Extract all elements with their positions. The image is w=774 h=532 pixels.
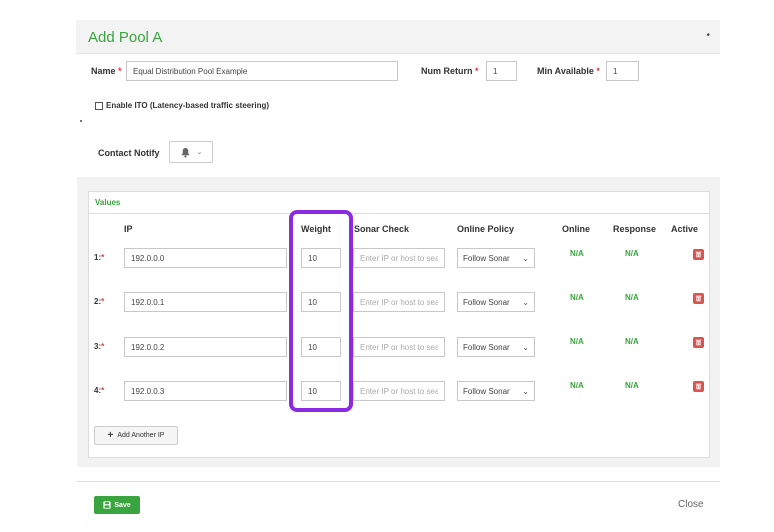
num-return-label: Num Return * xyxy=(421,66,479,76)
plus-icon: + xyxy=(107,430,114,441)
sonar-check-input[interactable] xyxy=(353,381,445,401)
row-number: 1:* xyxy=(94,253,104,262)
trash-icon xyxy=(695,339,702,346)
sonar-check-input[interactable] xyxy=(353,248,445,268)
save-label: Save xyxy=(114,501,131,509)
delete-row-button[interactable] xyxy=(693,249,704,260)
floppy-disk-icon xyxy=(103,501,111,509)
delete-row-button[interactable] xyxy=(693,293,704,304)
required-mark: * xyxy=(101,297,105,306)
trash-icon xyxy=(695,251,702,258)
ip-input[interactable] xyxy=(124,381,287,401)
response-status: N/A xyxy=(625,249,639,258)
online-policy-value: Follow Sonar xyxy=(463,342,510,352)
delete-row-button[interactable] xyxy=(693,337,704,348)
weight-column-highlight xyxy=(289,210,353,412)
header-dot-icon: • xyxy=(706,30,710,41)
chevron-down-icon: ⌄ xyxy=(522,253,529,263)
contact-notify-dropdown[interactable]: ⌄ xyxy=(169,141,213,163)
response-status: N/A xyxy=(625,337,639,346)
online-policy-value: Follow Sonar xyxy=(463,253,510,263)
required-mark: * xyxy=(596,66,600,76)
row-number: 4:* xyxy=(94,386,104,395)
online-status: N/A xyxy=(570,249,584,258)
ito-option[interactable]: Enable ITO (Latency-based traffic steeri… xyxy=(95,101,269,110)
min-available-label-text: Min Available xyxy=(537,66,594,76)
name-label-text: Name xyxy=(91,66,116,76)
sonar-check-input[interactable] xyxy=(353,292,445,312)
online-policy-value: Follow Sonar xyxy=(463,297,510,307)
chevron-down-icon: ⌄ xyxy=(522,342,529,352)
min-available-input[interactable] xyxy=(606,61,639,81)
close-button[interactable]: Close xyxy=(678,499,704,510)
footer-divider xyxy=(77,481,720,482)
row-number: 2:* xyxy=(94,297,104,306)
ip-input[interactable] xyxy=(124,292,287,312)
trash-icon xyxy=(695,383,702,390)
online-status: N/A xyxy=(570,337,584,346)
col-header-response: Response xyxy=(613,224,657,234)
ito-label: Enable ITO (Latency-based traffic steeri… xyxy=(106,101,270,110)
chevron-down-icon: ⌄ xyxy=(522,297,529,307)
required-mark: * xyxy=(101,253,105,262)
col-header-online-policy: Online Policy xyxy=(457,224,515,234)
chevron-down-icon: ⌄ xyxy=(522,386,529,396)
response-status: N/A xyxy=(625,381,639,390)
required-mark: * xyxy=(475,66,479,76)
ip-input[interactable] xyxy=(124,337,287,357)
required-mark: * xyxy=(118,66,122,76)
num-return-label-text: Num Return xyxy=(421,66,473,76)
required-mark: * xyxy=(101,386,105,395)
add-another-ip-label: Add Another IP xyxy=(117,432,165,439)
delete-row-button[interactable] xyxy=(693,381,704,392)
col-header-active: Active xyxy=(671,224,699,234)
modal-header: Add Pool A • xyxy=(76,20,720,54)
modal-title: Add Pool A xyxy=(88,29,163,46)
num-return-input[interactable] xyxy=(486,61,517,81)
ito-checkbox[interactable] xyxy=(95,101,103,110)
online-status: N/A xyxy=(570,293,584,302)
save-button[interactable]: Save xyxy=(94,496,140,514)
online-policy-select[interactable]: Follow Sonar ⌄ xyxy=(457,292,535,312)
name-input[interactable] xyxy=(126,61,398,81)
col-header-sonar-check: Sonar Check xyxy=(354,224,410,234)
online-policy-select[interactable]: Follow Sonar ⌄ xyxy=(457,381,535,401)
trash-icon xyxy=(695,295,702,302)
online-status: N/A xyxy=(570,381,584,390)
add-another-ip-button[interactable]: + Add Another IP xyxy=(94,426,178,445)
online-policy-select[interactable]: Follow Sonar ⌄ xyxy=(457,337,535,357)
min-available-label: Min Available * xyxy=(537,66,600,76)
ip-input[interactable] xyxy=(124,248,287,268)
sonar-check-input[interactable] xyxy=(353,337,445,357)
row-number: 3:* xyxy=(94,342,104,351)
response-status: N/A xyxy=(625,293,639,302)
online-policy-value: Follow Sonar xyxy=(463,386,510,396)
col-header-online: Online xyxy=(562,224,591,234)
col-header-ip: IP xyxy=(124,224,133,234)
chevron-down-icon: ⌄ xyxy=(196,149,203,156)
name-label: Name * xyxy=(91,66,122,76)
online-policy-select[interactable]: Follow Sonar ⌄ xyxy=(457,248,535,268)
contact-notify-label: Contact Notify xyxy=(98,148,160,158)
bell-icon xyxy=(181,147,189,158)
values-title: Values xyxy=(89,192,709,214)
divider-dot xyxy=(80,120,82,122)
required-mark: * xyxy=(101,342,105,351)
